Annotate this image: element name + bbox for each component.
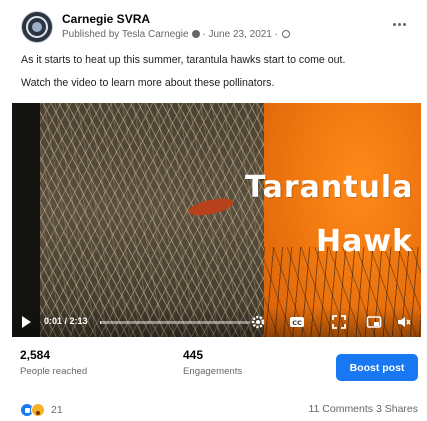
post-date[interactable]: June 23, 2021 xyxy=(208,29,271,40)
pip-icon[interactable] xyxy=(366,314,382,330)
video-letterbox xyxy=(12,103,42,337)
engagements-value: 445 xyxy=(183,348,204,362)
progress-bar[interactable] xyxy=(100,321,250,324)
progress-fill xyxy=(100,321,102,324)
avatar[interactable] xyxy=(21,11,53,43)
info-icon[interactable] xyxy=(192,30,201,38)
video-title-line-2: Hawk xyxy=(316,224,414,259)
svg-text:CC: CC xyxy=(292,319,302,327)
insights-bar: 2,584 People reached 445 Engagements Boo… xyxy=(20,348,420,384)
caption-line-1: As it starts to heat up this summer, tar… xyxy=(21,54,346,66)
video-title-panel xyxy=(264,103,421,337)
video-title-line-1: Tarantula xyxy=(245,170,414,205)
cc-icon[interactable]: CC xyxy=(289,314,305,330)
published-prefix: Published by xyxy=(62,29,120,40)
post-footer: 21 11 Comments 3 Shares xyxy=(20,402,418,418)
page-name[interactable]: Carnegie SVRA xyxy=(62,12,150,26)
boost-post-button[interactable]: Boost post xyxy=(336,354,418,381)
reaction-count: 21 xyxy=(51,404,63,416)
more-options-button[interactable] xyxy=(389,17,409,31)
reactions-summary[interactable]: 21 xyxy=(20,402,63,418)
expand-icon[interactable] xyxy=(331,314,347,330)
byline: Published by Tesla Carnegie · June 23, 2… xyxy=(62,29,290,40)
globe-icon xyxy=(281,30,290,38)
video-controls: 0:01 / 2:13 CC xyxy=(12,307,421,337)
more-dot xyxy=(402,22,406,26)
wow-icon xyxy=(31,403,45,417)
video-frame-grass xyxy=(40,103,280,337)
people-reached-label: People reached xyxy=(20,366,88,377)
people-reached-value: 2,584 xyxy=(20,348,51,362)
video-player[interactable] xyxy=(12,103,421,337)
avatar-core xyxy=(32,22,42,32)
people-reached[interactable]: 2,584 People reached xyxy=(20,348,87,377)
engagements[interactable]: 445 Engagements xyxy=(183,348,242,377)
engagements-label: Engagements xyxy=(183,366,243,377)
comments-count-link[interactable]: 11 Comments xyxy=(308,403,373,415)
engagement-counts: 11 Comments 3 Shares xyxy=(308,403,418,415)
timecode: 0:01 / 2:13 xyxy=(44,316,88,326)
post-header: Carnegie SVRA Published by Tesla Carnegi… xyxy=(21,9,415,45)
author-link[interactable]: Tesla Carnegie xyxy=(122,29,189,40)
volume-icon[interactable] xyxy=(396,314,412,330)
more-dot xyxy=(392,22,396,26)
play-icon[interactable] xyxy=(22,316,31,328)
settings-icon[interactable] xyxy=(250,314,266,330)
more-dot xyxy=(397,22,401,26)
shares-count-link[interactable]: 3 Shares xyxy=(376,403,418,415)
caption-line-2: Watch the video to learn more about thes… xyxy=(21,77,275,89)
